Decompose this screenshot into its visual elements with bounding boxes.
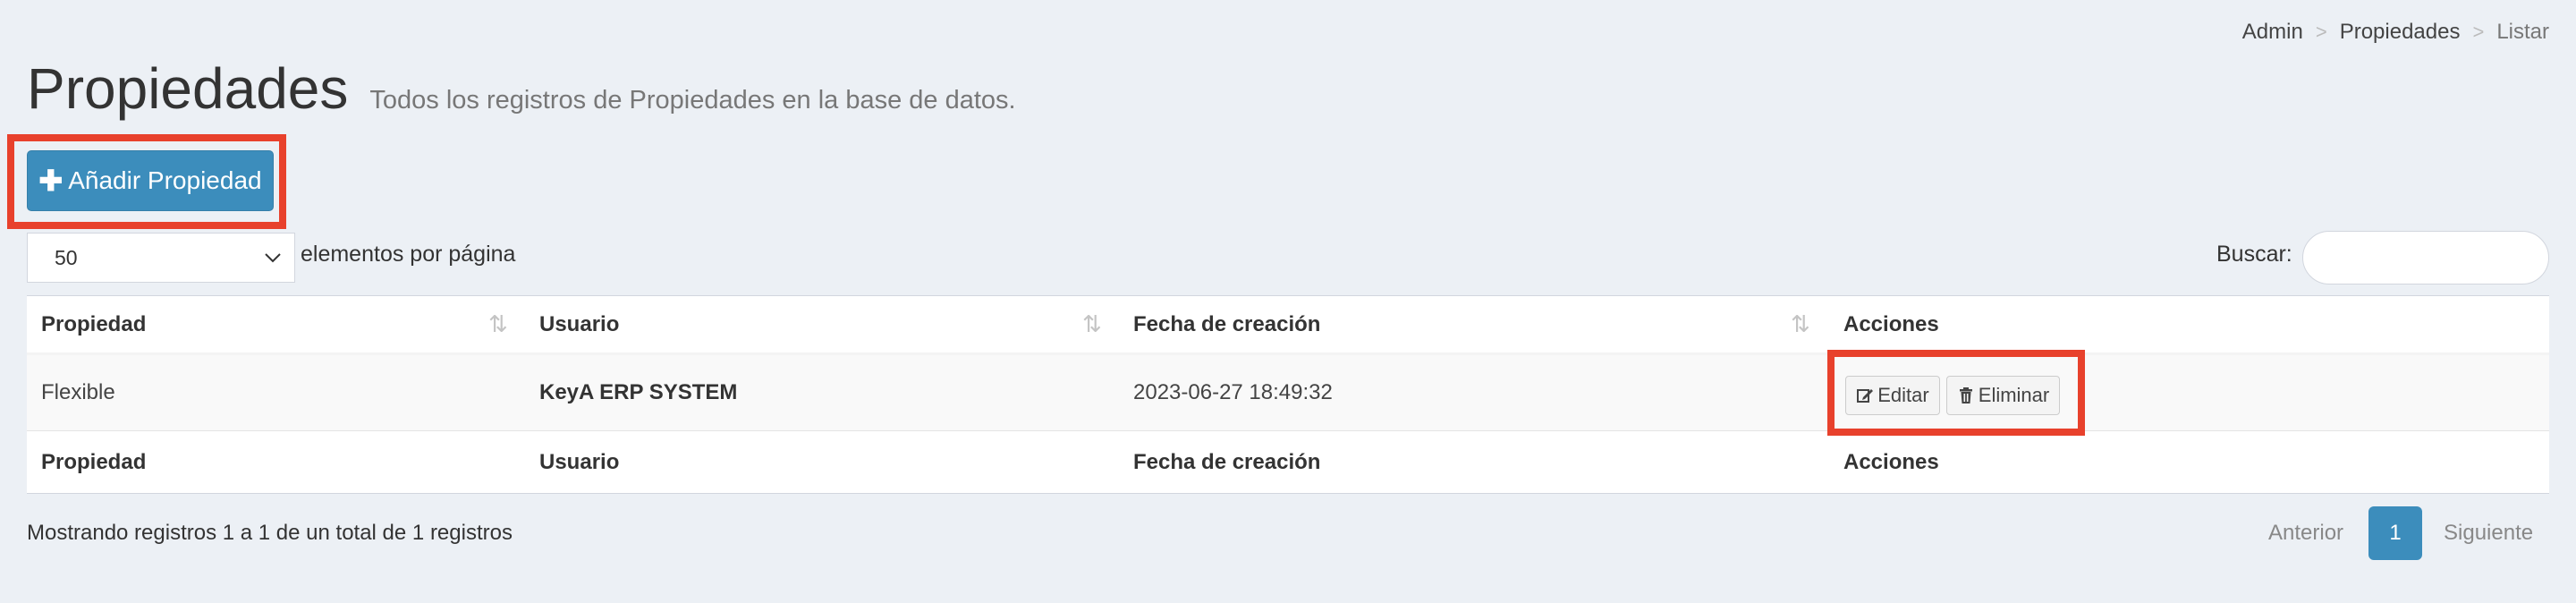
search-label: Buscar: <box>2216 242 2292 267</box>
footer-fecha: Fecha de creación <box>1133 449 1321 474</box>
add-propiedad-label: Añadir Propiedad <box>68 166 262 194</box>
sort-icon[interactable]: ⇅ <box>1082 310 1102 338</box>
table-header-row: Propiedad ⇅ Usuario ⇅ Fecha de creación … <box>27 296 2549 355</box>
footer-usuario: Usuario <box>539 449 620 474</box>
column-header-usuario[interactable]: Usuario <box>539 312 619 337</box>
delete-label: Eliminar <box>1978 384 2050 406</box>
page-size-select[interactable]: 50 <box>27 233 295 283</box>
cell-usuario: KeyA ERP SYSTEM <box>539 380 738 404</box>
sort-icon[interactable]: ⇅ <box>488 310 508 338</box>
add-propiedad-button[interactable]: ✚ Añadir Propiedad <box>27 150 274 211</box>
column-header-fecha[interactable]: Fecha de creación <box>1133 312 1320 337</box>
breadcrumb: Admin > Propiedades > Listar <box>2242 20 2549 45</box>
pagination-previous[interactable]: Anterior <box>2268 506 2343 560</box>
footer-propiedad: Propiedad <box>41 449 147 474</box>
search-input[interactable] <box>2302 231 2549 285</box>
trash-icon <box>1959 387 1972 403</box>
breadcrumb-listar: Listar <box>2496 20 2549 44</box>
footer-acciones: Acciones <box>1843 449 1939 474</box>
plus-icon: ✚ <box>38 165 64 197</box>
breadcrumb-admin[interactable]: Admin <box>2242 20 2303 45</box>
delete-button[interactable]: Eliminar <box>1946 376 2060 415</box>
propiedades-table: Propiedad ⇅ Usuario ⇅ Fecha de creación … <box>27 295 2549 494</box>
cell-fecha: 2023-06-27 18:49:32 <box>1133 380 1333 404</box>
table-row: Flexible KeyA ERP SYSTEM 2023-06-27 18:4… <box>27 355 2549 430</box>
cell-propiedad: Flexible <box>41 380 115 404</box>
table-footer-row: Propiedad Usuario Fecha de creación Acci… <box>27 430 2549 493</box>
edit-label: Editar <box>1877 384 1929 406</box>
breadcrumb-separator: > <box>2472 21 2485 43</box>
pagination-next[interactable]: Siguiente <box>2444 506 2533 560</box>
sort-icon[interactable]: ⇅ <box>1791 310 1810 338</box>
breadcrumb-propiedades[interactable]: Propiedades <box>2340 20 2461 45</box>
page-title: Propiedades <box>27 56 349 121</box>
page-size-label: elementos por página <box>301 242 516 267</box>
page-subtitle: Todos los registros de Propiedades en la… <box>369 86 1016 115</box>
pagination-page-1[interactable]: 1 <box>2368 506 2422 560</box>
column-header-acciones: Acciones <box>1843 311 1939 336</box>
chevron-down-icon <box>265 253 281 263</box>
pagination-info: Mostrando registros 1 a 1 de un total de… <box>27 521 513 545</box>
page-size-value: 50 <box>55 245 78 269</box>
edit-icon <box>1857 389 1874 403</box>
breadcrumb-separator: > <box>2315 21 2327 43</box>
edit-button[interactable]: Editar <box>1845 376 1940 415</box>
column-header-propiedad[interactable]: Propiedad <box>41 312 146 337</box>
page-header: Propiedades Todos los registros de Propi… <box>27 55 1016 122</box>
